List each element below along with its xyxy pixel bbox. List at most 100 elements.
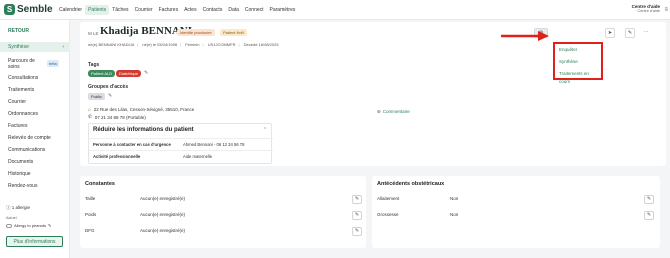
address-text: 22 Rue des Lilas, Cesson-Sévigné, 35510,… bbox=[93, 107, 195, 112]
constantes-title: Constantes bbox=[85, 181, 115, 187]
chevron-up-icon[interactable]: ⌃ bbox=[263, 127, 267, 133]
sidebar-item-label: Ordonnances bbox=[8, 111, 39, 117]
dropdown-item-enqueter[interactable]: Enquêter bbox=[555, 44, 601, 56]
allergy-count[interactable]: ⓘ 1 allergie bbox=[6, 205, 30, 211]
obstetric-value: Non bbox=[450, 196, 459, 201]
edit-allaitement-button[interactable]: ✎ bbox=[644, 195, 654, 204]
tag-diabetique: Diabétique bbox=[116, 70, 142, 77]
constante-value: Aucun(e) enregistré(e) bbox=[140, 196, 186, 201]
comment-label: Commentaire bbox=[382, 109, 410, 114]
obstetric-key: Grossesse bbox=[377, 212, 399, 217]
centre-sub: Centre d'aide bbox=[637, 9, 660, 13]
constante-value: Aucun(e) enregistré(e) bbox=[140, 212, 186, 217]
sidebar-item-rendez-vous[interactable]: Rendez-vous bbox=[0, 181, 70, 191]
identity-badge: Identité provisoire bbox=[177, 29, 215, 36]
patient-salutation: M LE bbox=[88, 31, 99, 36]
beta-badge: bêta bbox=[47, 60, 59, 67]
obstetric-card: Antécédents obstétricaux Allaitement Non… bbox=[372, 176, 660, 248]
more-icon: ⋯ bbox=[643, 29, 649, 35]
nav-item-actes[interactable]: Actes bbox=[181, 5, 200, 15]
sidebar-item-label: Historique bbox=[8, 171, 31, 177]
sidebar-item-factures[interactable]: Factures bbox=[0, 121, 70, 131]
phone-icon: ✆ bbox=[88, 114, 92, 119]
constante-row: Poids Aucun(e) enregistré(e) bbox=[85, 212, 185, 217]
nav-item-courrier[interactable]: Courrier bbox=[132, 5, 156, 15]
sidebar-item-synthese[interactable]: Synthèse › bbox=[0, 42, 70, 52]
sidebar-item-label: Relevés de compte bbox=[8, 135, 51, 141]
sidebar-item-courrier[interactable]: Courrier bbox=[0, 97, 70, 107]
constante-key: Taille bbox=[85, 196, 96, 201]
group-tag-public: Public bbox=[88, 93, 105, 100]
sidebar-item-releves[interactable]: Relevés de compte bbox=[0, 133, 70, 143]
edit-dfg-button[interactable]: ✎ bbox=[352, 227, 362, 236]
nav-item-patients[interactable]: Patients bbox=[85, 4, 110, 15]
sidebar-item-consultations[interactable]: Consultations bbox=[0, 73, 70, 83]
meta-birth-date: né(e) le 03/04/1998 bbox=[142, 42, 178, 47]
send-button[interactable]: ➤ bbox=[605, 28, 615, 38]
comment-link[interactable]: ⊕ Commentaire bbox=[377, 109, 410, 115]
nav-item-contacts[interactable]: Contacts bbox=[200, 5, 226, 15]
constante-row: Taille Aucun(e) enregistré(e) bbox=[85, 196, 185, 201]
back-link[interactable]: RETOUR bbox=[8, 28, 29, 34]
centre-selector[interactable]: Centre d'aide Centre d'aide bbox=[632, 4, 660, 13]
info-value: Ahmed Bennani - 06 12 34 56 78 bbox=[183, 142, 245, 147]
nav-item-taches[interactable]: Tâches bbox=[109, 5, 131, 15]
sidebar-item-historique[interactable]: Historique bbox=[0, 169, 70, 179]
allergy-item: Allergy to peanuts ✎ bbox=[6, 223, 51, 228]
meta-birth-name: né(e) BENNANI KHADIJA bbox=[88, 42, 135, 47]
sidebar-item-ordonnances[interactable]: Ordonnances bbox=[0, 109, 70, 119]
obstetric-key: Allaitement bbox=[377, 196, 400, 201]
info-row: Personne à contacter en cas d'urgence Ah… bbox=[89, 138, 273, 150]
pencil-icon: ✎ bbox=[646, 212, 652, 218]
hamburger-menu-icon[interactable]: ≡ bbox=[664, 7, 668, 13]
sidebar-item-traitements[interactable]: Traitements bbox=[0, 85, 70, 95]
app-logo[interactable]: S Semble bbox=[4, 4, 56, 15]
pencil-icon: ✎ bbox=[354, 228, 360, 234]
constantes-card: Constantes Taille Aucun(e) enregistré(e)… bbox=[80, 176, 366, 248]
highlight-arrow bbox=[501, 31, 549, 41]
sidebar-item-label: Courrier bbox=[8, 99, 27, 105]
sidebar-item-parcours[interactable]: Parcours de soins bbox=[0, 56, 44, 72]
obstetric-title: Antécédents obstétricaux bbox=[377, 181, 445, 187]
pencil-icon: ✎ bbox=[354, 196, 360, 202]
sidebar-item-communications[interactable]: Communications bbox=[0, 145, 70, 155]
edit-poids-button[interactable]: ✎ bbox=[352, 211, 362, 220]
constante-key: DFG bbox=[85, 228, 95, 233]
top-navigation: S Semble Calendrier Patients Tâches Cour… bbox=[0, 0, 670, 20]
pencil-icon: ✎ bbox=[646, 196, 652, 202]
sidebar-item-label: Traitements bbox=[8, 87, 35, 93]
nav-item-data[interactable]: Data bbox=[225, 5, 242, 15]
dropdown-item-traitements[interactable]: Traitements en cours bbox=[555, 68, 601, 84]
nav-item-calendrier[interactable]: Calendrier bbox=[56, 5, 85, 15]
info-icon: ⓘ bbox=[6, 205, 11, 210]
more-info-button[interactable]: Plus d'informations bbox=[6, 236, 63, 247]
nav-item-factures[interactable]: Factures bbox=[156, 5, 181, 15]
logo-mark: S bbox=[4, 4, 15, 15]
meta-deceased: Décédé 16/08/2025 bbox=[243, 42, 279, 47]
dropdown-item-synthese[interactable]: Synthèse bbox=[555, 56, 601, 68]
edit-button[interactable]: ✎ bbox=[625, 28, 635, 38]
edit-taille-button[interactable]: ✎ bbox=[352, 195, 362, 204]
reduce-title[interactable]: Réduire les informations du patient bbox=[93, 127, 194, 133]
edit-grossesse-button[interactable]: ✎ bbox=[644, 211, 654, 220]
sidebar-item-label: Communications bbox=[8, 147, 46, 153]
sidebar-item-label: Rendez-vous bbox=[8, 183, 38, 189]
chevron-right-icon: › bbox=[62, 44, 64, 50]
obstetric-row: Allaitement Non bbox=[377, 196, 458, 201]
nav-item-parametres[interactable]: Paramètres bbox=[267, 5, 299, 15]
allergy-toggle[interactable] bbox=[6, 223, 12, 228]
logo-text: Semble bbox=[17, 4, 53, 15]
sidebar-item-documents[interactable]: Documents bbox=[0, 157, 70, 167]
groups-title: Groupes d'accès bbox=[88, 84, 129, 90]
plus-circle-icon: ⊕ bbox=[377, 109, 381, 114]
meta-gender: Féminin bbox=[185, 42, 200, 47]
patient-phone: ✆ 07 21 34 89 78 (Portable) bbox=[88, 114, 146, 120]
more-button[interactable]: ⋯ bbox=[642, 28, 650, 38]
sidebar-item-label: Factures bbox=[8, 123, 28, 129]
nav-item-connect[interactable]: Connect bbox=[242, 5, 267, 15]
edit-tags-icon[interactable]: ✎ bbox=[144, 70, 148, 76]
edit-groups-icon[interactable]: ✎ bbox=[108, 93, 112, 99]
info-row: Activité professionnelle Aide maternelle bbox=[89, 150, 273, 162]
sidebar-item-label: Parcours de soins bbox=[8, 58, 35, 70]
edit-icon[interactable]: ✎ bbox=[48, 223, 51, 228]
